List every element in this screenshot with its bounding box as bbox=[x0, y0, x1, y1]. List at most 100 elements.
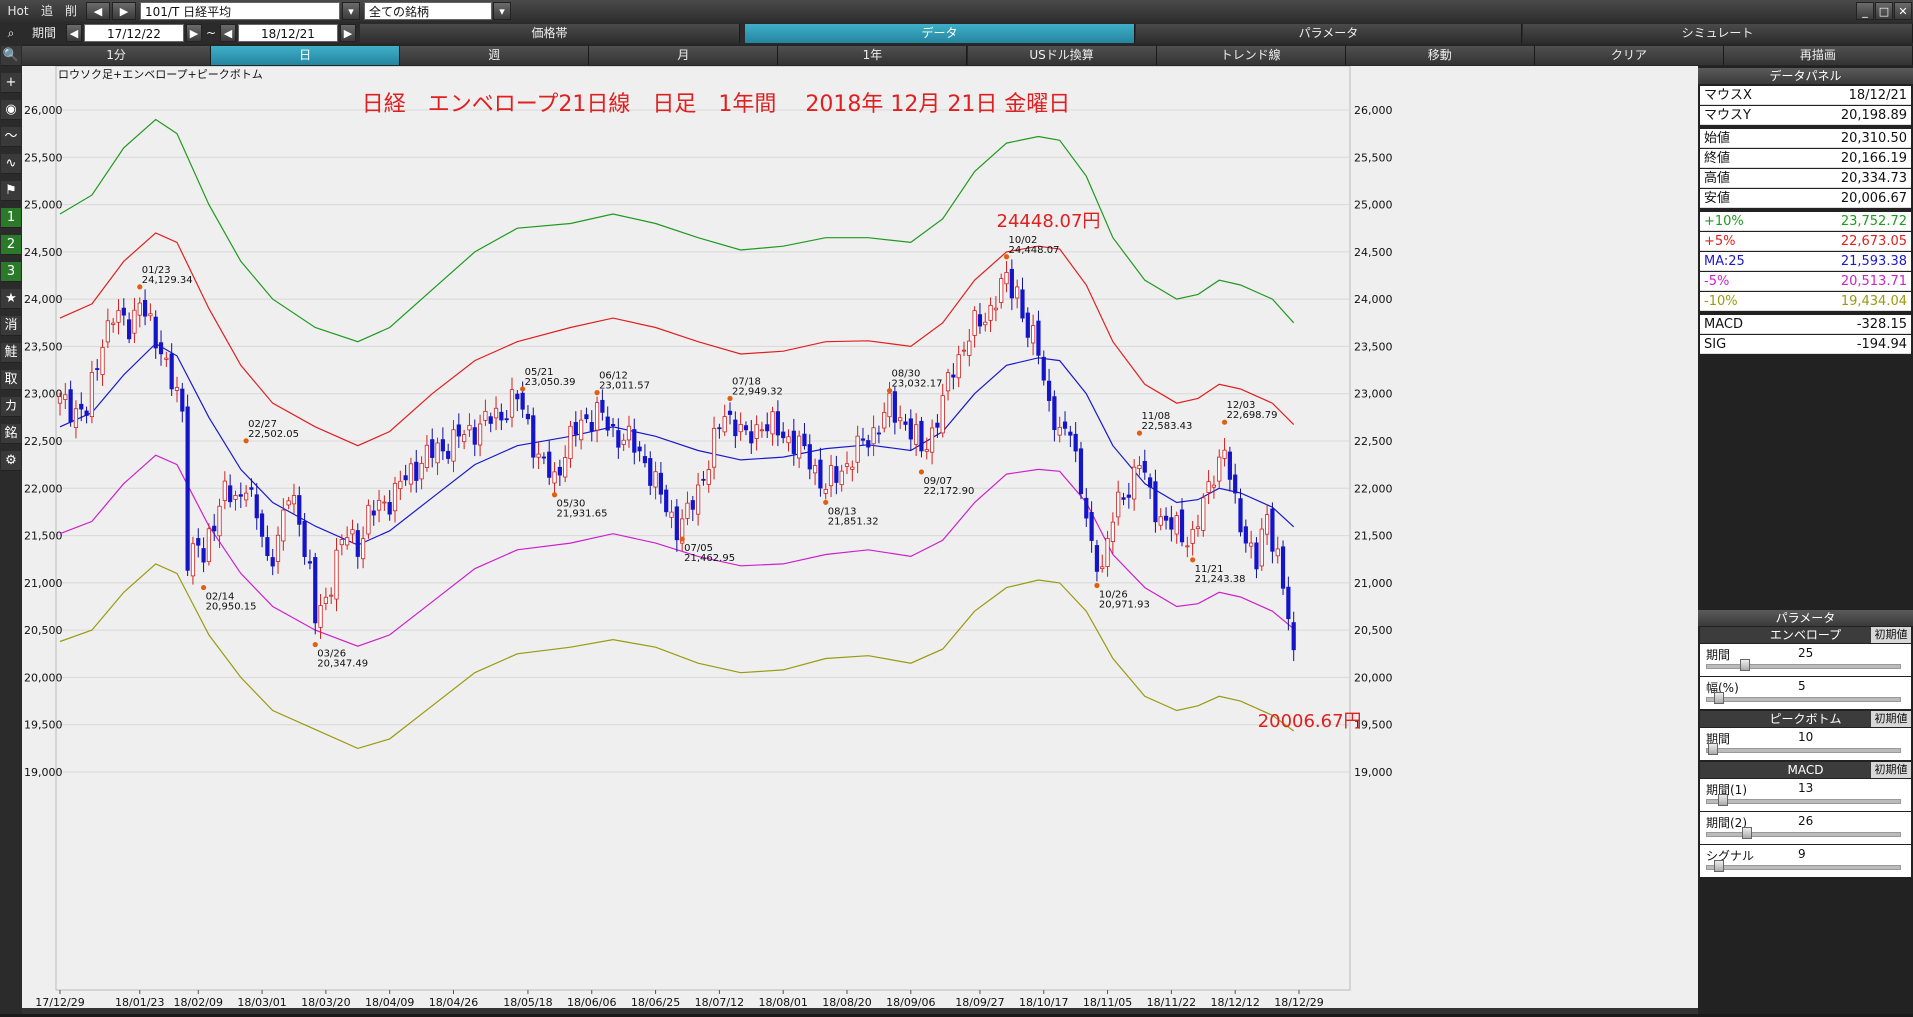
candle-body bbox=[908, 418, 913, 440]
candle-body bbox=[95, 368, 100, 370]
data-row: MACD -328.15 bbox=[1700, 315, 1911, 334]
tab-0[interactable]: 価格帯 bbox=[360, 24, 740, 43]
peakbottom-period-slider[interactable] bbox=[1708, 743, 1718, 755]
close-icon[interactable]: ✕ bbox=[1894, 2, 1912, 20]
candle-body bbox=[1254, 542, 1259, 570]
y-tick-label-right: 25,000 bbox=[1354, 199, 1393, 212]
candle-body bbox=[547, 451, 552, 478]
subtab-7[interactable]: 移動 bbox=[1345, 46, 1535, 65]
date-to-prev-icon[interactable]: ◀ bbox=[220, 24, 236, 42]
line-icon[interactable]: 〜 bbox=[1, 127, 21, 147]
envelope-reset-button[interactable]: 初期値 bbox=[1871, 627, 1911, 643]
universe-select[interactable]: 全ての銘柄 bbox=[364, 2, 492, 20]
tool-b-icon[interactable]: 取 bbox=[1, 370, 21, 390]
candle-body bbox=[1062, 421, 1068, 429]
chart-area[interactable]: 19,000 19,000 19,500 19,500 20,000 20,000 20,5… bbox=[22, 65, 1698, 1014]
crosshair-icon[interactable]: + bbox=[1, 73, 21, 93]
macd-reset-button[interactable]: 初期値 bbox=[1871, 762, 1911, 778]
macd-signal-slider[interactable] bbox=[1714, 860, 1724, 872]
gear-icon[interactable]: ⚙ bbox=[1, 451, 21, 471]
candle-body bbox=[594, 402, 600, 431]
maximize-icon[interactable]: □ bbox=[1875, 2, 1893, 20]
symbol-dropdown-icon[interactable]: ▾ bbox=[342, 2, 360, 20]
y-tick-label-right: 22,500 bbox=[1354, 435, 1393, 448]
candle-body bbox=[850, 466, 855, 470]
date-from-field[interactable]: 17/12/22 bbox=[84, 24, 184, 42]
bottom-scrollbar[interactable] bbox=[22, 1008, 1698, 1014]
subtab-6[interactable]: トレンド線 bbox=[1156, 46, 1346, 65]
subtab-2[interactable]: 週 bbox=[400, 46, 590, 65]
tool-a-icon[interactable]: 鮭 bbox=[1, 343, 21, 363]
erase-icon[interactable]: 消 bbox=[1, 316, 21, 336]
candle-body bbox=[786, 436, 791, 444]
date-from-next-icon[interactable]: ▶ bbox=[186, 24, 202, 42]
universe-dropdown-icon[interactable]: ▾ bbox=[493, 2, 511, 20]
candle-body bbox=[1217, 456, 1222, 482]
tool-c-icon[interactable]: カ bbox=[1, 397, 21, 417]
one-icon[interactable]: 1 bbox=[1, 208, 21, 228]
candle-body bbox=[339, 539, 344, 546]
envelope-width-row: 幅(%) 5 bbox=[1700, 677, 1911, 709]
star-icon[interactable]: ★ bbox=[1, 289, 21, 309]
candle-body bbox=[142, 299, 148, 317]
candle-body bbox=[1052, 396, 1057, 431]
candle-body bbox=[158, 342, 164, 355]
trend-icon[interactable]: ∿ bbox=[1, 154, 21, 174]
add-button[interactable]: 追 bbox=[36, 2, 58, 20]
prev-symbol-button[interactable]: ◀ bbox=[86, 2, 110, 20]
candle-body bbox=[961, 349, 967, 352]
candle-body bbox=[1238, 498, 1243, 533]
candle-body bbox=[898, 417, 903, 422]
subtab-9[interactable]: 再描画 bbox=[1723, 46, 1913, 65]
next-symbol-button[interactable]: ▶ bbox=[112, 2, 136, 20]
peak-bottom-value: 23,050.39 bbox=[525, 377, 576, 388]
tab-2[interactable]: パラメータ bbox=[1136, 24, 1522, 43]
candle-body bbox=[568, 425, 573, 460]
peak-bottom-value: 21,243.38 bbox=[1195, 574, 1246, 585]
tab-3[interactable]: シミュレート bbox=[1523, 24, 1913, 43]
date-from-prev-icon[interactable]: ◀ bbox=[66, 24, 82, 42]
hot-button[interactable]: Hot bbox=[2, 2, 34, 20]
candle-body bbox=[153, 316, 158, 349]
macd-p1-slider[interactable] bbox=[1718, 794, 1728, 806]
subtab-1[interactable]: 日 bbox=[211, 46, 401, 65]
candle-body bbox=[887, 392, 892, 418]
candle-body bbox=[244, 492, 249, 501]
candle-body bbox=[467, 424, 472, 431]
date-to-next-icon[interactable]: ▶ bbox=[340, 24, 356, 42]
subtab-4[interactable]: 1年 bbox=[778, 46, 968, 65]
candle-body bbox=[1036, 320, 1041, 356]
subtab-3[interactable]: 月 bbox=[589, 46, 779, 65]
two-icon[interactable]: 2 bbox=[1, 235, 21, 255]
candle-body bbox=[1163, 515, 1169, 521]
envelope-width-slider[interactable] bbox=[1714, 692, 1724, 704]
envelope-period-slider[interactable] bbox=[1740, 659, 1750, 671]
subtab-8[interactable]: クリア bbox=[1534, 46, 1724, 65]
date-to-field[interactable]: 18/12/21 bbox=[238, 24, 338, 42]
candle-body bbox=[435, 442, 440, 464]
tab-1[interactable]: データ bbox=[745, 24, 1135, 43]
tool-d-icon[interactable]: 銘 bbox=[1, 424, 21, 444]
candle-body bbox=[121, 307, 126, 316]
subtab-0[interactable]: 1分 bbox=[22, 46, 212, 65]
three-icon[interactable]: 3 bbox=[1, 262, 21, 282]
candle-body bbox=[515, 393, 520, 400]
search-icon[interactable]: 🔍 bbox=[1, 46, 21, 66]
candle-body bbox=[733, 419, 738, 437]
camera-icon[interactable]: ◉ bbox=[1, 100, 21, 120]
data-row: -5% 20,513.71 bbox=[1700, 272, 1911, 291]
candlestick-chart[interactable]: 19,000 19,00019,500 19,50020,000 20,00020,5… bbox=[22, 65, 1698, 1014]
minimize-icon[interactable]: _ bbox=[1856, 2, 1874, 20]
search-icon[interactable]: ⌕ bbox=[0, 24, 22, 43]
symbol-field[interactable]: 101/T 日経平均 bbox=[140, 2, 340, 20]
candle-body bbox=[525, 413, 531, 420]
macd-p2-slider[interactable] bbox=[1742, 827, 1752, 839]
flag-icon[interactable]: ⚑ bbox=[1, 181, 21, 201]
candle-body bbox=[238, 494, 243, 497]
candle-body bbox=[1243, 526, 1248, 544]
subtab-5[interactable]: USドル換算 bbox=[967, 46, 1157, 65]
candle-body bbox=[770, 411, 775, 435]
peakbottom-reset-button[interactable]: 初期値 bbox=[1871, 711, 1911, 727]
y-tick-label-left: 19,500 bbox=[24, 719, 63, 732]
delete-button[interactable]: 削 bbox=[60, 2, 82, 20]
